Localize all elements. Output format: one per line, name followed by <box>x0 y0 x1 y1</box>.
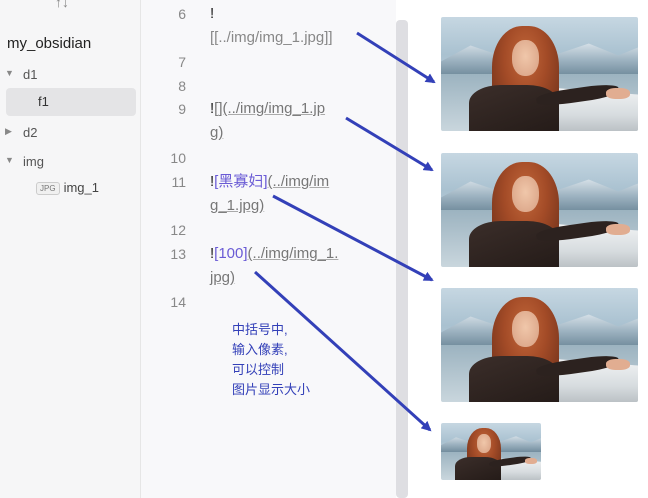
chevron-down-icon: ▼ <box>5 155 14 165</box>
folder-d1[interactable]: ▼ d1 <box>0 62 140 88</box>
markdown-image-link-wrap[interactable]: g_1.jpg) <box>210 197 264 214</box>
markdown-image-link[interactable]: (../img/img_1. <box>248 245 339 262</box>
embedded-image-small[interactable] <box>441 423 541 480</box>
line-number: 11 <box>171 174 186 190</box>
line-number: 14 <box>170 294 186 310</box>
annotation-line: 图片显示大小 <box>232 382 311 397</box>
embed-bang: ! <box>210 5 215 22</box>
file-f1[interactable]: f1 <box>6 88 136 116</box>
markdown-image-link[interactable]: [](../img/img_1.jp <box>214 100 325 117</box>
wikilink-embed[interactable]: [[../img/img_1.jpg]] <box>210 29 333 46</box>
folder-label: img <box>23 154 44 169</box>
editor-line-11[interactable]: ![黑寡妇](../img/im g_1.jpg) <box>210 170 329 218</box>
file-img-1[interactable]: JPG img_1 <box>36 180 99 198</box>
folder-d2[interactable]: ▶ d2 <box>0 120 140 146</box>
line-number: 13 <box>170 246 186 262</box>
annotation-line: 中括号中, <box>232 322 288 337</box>
line-number: 8 <box>178 78 186 94</box>
vault-name[interactable]: my_obsidian <box>7 35 91 52</box>
chevron-right-icon: ▶ <box>5 126 12 136</box>
editor-scrollbar[interactable] <box>396 20 408 498</box>
sort-icon[interactable]: ↑↓ <box>55 0 69 10</box>
image-alt-text[interactable]: [黑寡妇] <box>214 173 267 190</box>
line-number: 6 <box>178 6 186 22</box>
line-number: 12 <box>170 222 186 238</box>
image-size-text[interactable]: [100] <box>214 245 247 262</box>
editor-line-9[interactable]: ![](../img/img_1.jp g) <box>210 97 325 145</box>
editor-line-13[interactable]: ![100](../img/img_1. jpg) <box>210 242 338 290</box>
markdown-image-link-wrap[interactable]: g) <box>210 124 223 141</box>
annotation-line: 输入像素, <box>232 342 288 357</box>
folder-img[interactable]: ▼ img <box>0 149 140 175</box>
annotation-note: 中括号中, 输入像素, 可以控制 图片显示大小 <box>232 320 310 400</box>
folder-label: d1 <box>23 67 38 82</box>
editor-line-6[interactable]: ! [[../img/img_1.jpg]] <box>210 2 333 50</box>
markdown-image-link-wrap[interactable]: jpg) <box>210 269 235 286</box>
line-number: 7 <box>178 54 186 70</box>
embedded-image[interactable] <box>441 288 638 402</box>
markdown-image-link[interactable]: (../img/im <box>268 173 330 190</box>
embedded-image[interactable] <box>441 153 638 267</box>
chevron-down-icon: ▼ <box>5 68 14 78</box>
line-number: 10 <box>170 150 186 166</box>
line-number: 9 <box>178 101 186 117</box>
file-explorer-sidebar: ↑↓ my_obsidian ▼ d1 f1 ▶ d2 ▼ img JPG img… <box>0 0 141 498</box>
file-label: img_1 <box>63 180 99 195</box>
embedded-image[interactable] <box>441 17 638 131</box>
annotation-line: 可以控制 <box>232 362 285 377</box>
folder-label: d2 <box>23 125 38 140</box>
jpg-file-badge: JPG <box>36 182 60 196</box>
file-label: f1 <box>38 94 49 109</box>
